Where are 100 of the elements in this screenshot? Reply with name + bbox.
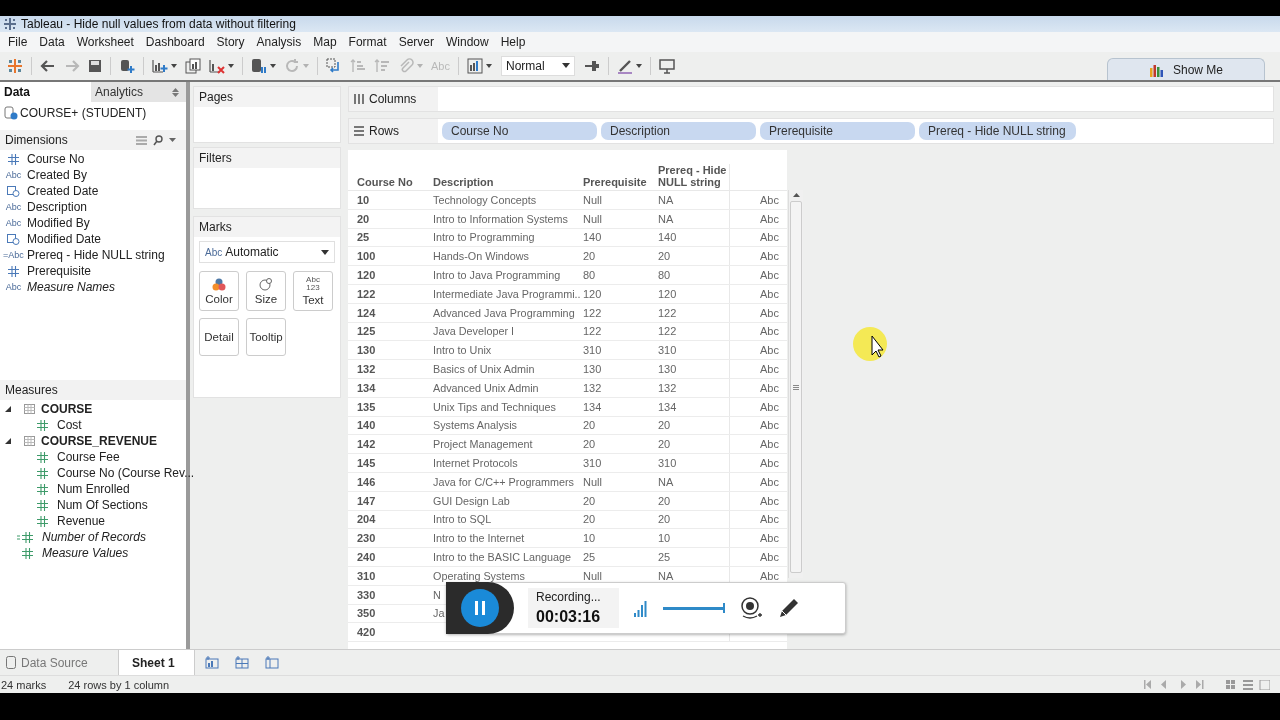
table-cell: 20 — [357, 212, 370, 225]
dimension-field[interactable]: Prerequisite — [27, 264, 92, 278]
table-cell: Null — [583, 193, 602, 206]
column-header[interactable]: Course No — [348, 176, 433, 190]
dimension-field[interactable]: Measure Names — [27, 280, 116, 294]
chart-type-icon[interactable] — [466, 58, 483, 74]
hash-icon — [37, 467, 48, 479]
menu-item[interactable]: Map — [307, 35, 343, 49]
presentation-icon[interactable] — [658, 58, 675, 74]
table-cell: Abc — [760, 419, 779, 432]
sort-icon[interactable] — [172, 88, 179, 97]
table-cell: Intro to Information Systems — [433, 212, 568, 225]
table-cell: Abc — [760, 494, 779, 507]
caret-icon[interactable] — [228, 64, 234, 68]
dimension-field[interactable]: Modified By — [27, 216, 90, 230]
dimension-field[interactable]: Prereq - Hide NULL string — [27, 248, 165, 262]
column-header[interactable]: Prereq - Hide NULL string — [658, 164, 730, 190]
menu-item[interactable]: Analysis — [250, 35, 308, 49]
measure-field[interactable]: Cost — [57, 418, 82, 432]
table-cell: Java Developer I — [433, 325, 515, 338]
menu-item[interactable]: Server — [392, 35, 440, 49]
save-icon[interactable] — [88, 59, 102, 73]
new-chart-icon[interactable] — [152, 58, 168, 74]
mark-type-dropdown[interactable]: Abc Automatic — [199, 241, 335, 263]
measure-field[interactable]: Number of Records — [42, 530, 147, 544]
table-cell: Abc — [760, 363, 779, 376]
marks-button[interactable]: Size — [246, 271, 286, 311]
marks-button[interactable]: Abc 123 Text — [293, 271, 333, 311]
scrollbar[interactable] — [788, 190, 803, 578]
menu-item[interactable]: Worksheet — [70, 35, 140, 49]
dimension-field[interactable]: Created Date — [27, 184, 99, 198]
column-header[interactable]: Prerequisite — [583, 176, 658, 190]
menu-item[interactable]: Story — [210, 35, 251, 49]
sheet-tab[interactable]: Sheet 1 — [119, 650, 195, 675]
scroll-up-icon[interactable] — [792, 193, 800, 197]
dimension-field[interactable]: Description — [27, 200, 88, 214]
logo-icon[interactable] — [7, 58, 23, 74]
expand-triangle-icon[interactable] — [5, 438, 11, 444]
database-pause-icon[interactable] — [251, 58, 267, 74]
table-cell: Abc — [760, 287, 779, 300]
menu-item[interactable]: Format — [342, 35, 393, 49]
menu-item[interactable]: Data — [33, 35, 71, 49]
caret-icon[interactable] — [485, 64, 492, 68]
measure-field[interactable]: Measure Values — [42, 546, 129, 560]
dimension-field[interactable]: Created By — [27, 168, 88, 182]
dimension-field[interactable]: Course No — [27, 152, 85, 166]
menu-item[interactable]: Window — [439, 35, 495, 49]
dimension-field[interactable]: Modified Date — [27, 232, 102, 246]
caret-icon[interactable] — [561, 63, 570, 69]
back-arrow-icon[interactable] — [40, 58, 56, 74]
caret-icon[interactable] — [171, 64, 177, 68]
measure-field[interactable]: Num Of Sections — [57, 498, 148, 512]
search-icon[interactable] — [153, 134, 163, 146]
marks-button[interactable]: Detail — [199, 318, 239, 356]
marks-button[interactable]: Color — [199, 271, 239, 311]
volume-slider[interactable] — [662, 605, 725, 611]
field-pill[interactable]: Description — [601, 122, 756, 140]
pin-icon[interactable] — [583, 58, 600, 74]
hash-icon — [37, 515, 48, 527]
caret-icon[interactable] — [270, 64, 276, 68]
measure-field[interactable]: Revenue — [57, 514, 106, 528]
clear-sheet-icon[interactable] — [209, 58, 225, 74]
webcam-icon[interactable] — [738, 596, 763, 620]
table-cell: 132 — [357, 363, 376, 376]
field-pill[interactable]: Prereq - Hide NULL string — [919, 122, 1076, 140]
pen-icon[interactable] — [616, 58, 633, 74]
measure-field[interactable]: Num Enrolled — [57, 482, 130, 496]
table-cell: 122 — [658, 306, 677, 319]
caret-icon[interactable] — [635, 64, 642, 68]
table-cell: 80 — [583, 269, 596, 282]
swap-icon[interactable] — [326, 58, 342, 74]
menu-item[interactable]: Help — [494, 35, 532, 49]
field-pill[interactable]: Prerequisite — [760, 122, 915, 140]
table-cell: 130 — [658, 363, 677, 376]
new-story-icon[interactable] — [265, 656, 279, 669]
data-source-name[interactable]: COURSE+ (STUDENT) — [20, 106, 147, 120]
column-header[interactable]: Description — [433, 176, 583, 190]
table-name[interactable]: COURSE — [41, 402, 93, 416]
table-name[interactable]: COURSE_REVENUE — [41, 434, 158, 448]
fit-dropdown[interactable]: Normal — [500, 56, 575, 76]
menu-item[interactable]: File — [2, 35, 34, 49]
pause-button[interactable] — [461, 589, 499, 627]
field-pill[interactable]: Course No — [442, 122, 597, 140]
hash-icon — [37, 483, 48, 495]
menu-item[interactable]: Dashboard — [139, 35, 211, 49]
expand-triangle-icon[interactable] — [5, 406, 11, 412]
duplicate-chart-icon[interactable] — [185, 58, 201, 74]
panel-tab[interactable]: Data — [0, 82, 91, 102]
database-add-icon[interactable] — [119, 58, 135, 74]
new-worksheet-icon[interactable] — [205, 656, 219, 669]
new-dashboard-icon[interactable] — [235, 656, 249, 669]
grip-icon[interactable] — [793, 384, 799, 390]
table-cell: Java for C/C++ Programmers — [433, 475, 574, 488]
measure-field[interactable]: Course Fee — [57, 450, 120, 464]
show-me-button[interactable]: Show Me — [1107, 58, 1265, 80]
marks-button[interactable]: Tooltip — [246, 318, 286, 356]
caret-icon[interactable] — [321, 249, 329, 255]
table-cell: 132 — [658, 381, 677, 394]
measure-field[interactable]: Course No (Course Rev... — [57, 466, 195, 480]
table-cell: 240 — [357, 551, 376, 564]
